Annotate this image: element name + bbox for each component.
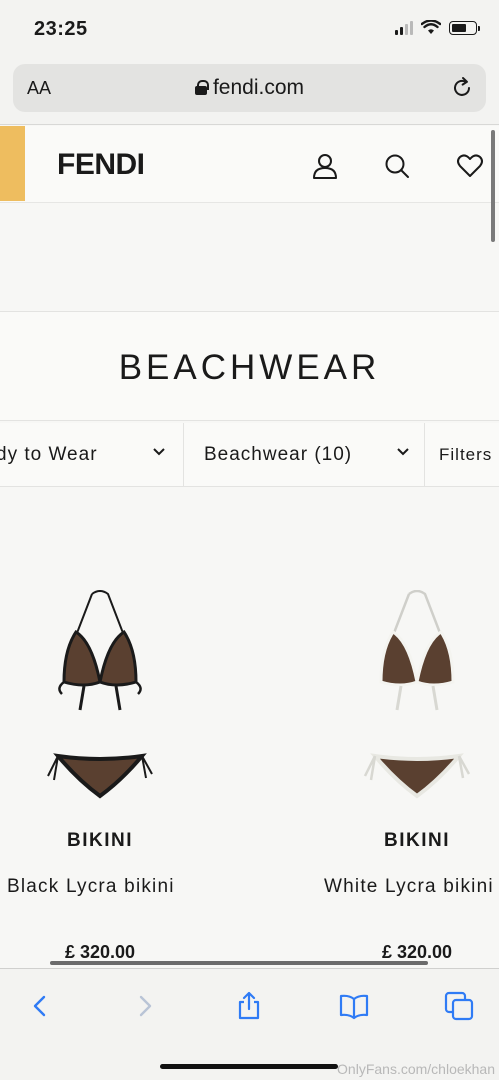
product-image-white-bikini[interactable] — [357, 590, 477, 810]
address-bar[interactable]: AA fendi.com — [13, 64, 486, 112]
account-icon[interactable] — [311, 152, 339, 180]
url-display[interactable]: fendi.com — [13, 76, 486, 100]
product-category: BIKINI — [384, 830, 450, 851]
category-title-band: BEACHWEAR — [0, 311, 499, 421]
product-card[interactable]: BIKINI White Lycra bikini £ 320.00 — [317, 590, 499, 962]
site-header: FENDI — [0, 126, 499, 203]
home-indicator[interactable] — [160, 1064, 338, 1069]
vertical-scrollbar[interactable] — [491, 130, 495, 242]
page-title: BEACHWEAR — [118, 348, 381, 387]
lock-icon — [194, 80, 209, 95]
menu-tab[interactable] — [0, 126, 25, 201]
product-name[interactable]: White Lycra bikini — [324, 876, 494, 898]
fendi-logo[interactable]: FENDI — [57, 148, 145, 182]
filter-category[interactable]: Beachwear (10) — [184, 423, 425, 487]
horizontal-scrollbar[interactable] — [50, 961, 428, 965]
status-icons — [395, 20, 480, 35]
search-icon[interactable] — [383, 152, 411, 180]
filter-label: Beachwear (10) — [204, 444, 353, 465]
url-text: fendi.com — [212, 76, 305, 99]
product-price: £ 320.00 — [64, 942, 136, 962]
filter-label: dy to Wear — [0, 444, 98, 465]
watermark: OnlyFans.com/chloekhan — [337, 1061, 495, 1077]
reload-icon[interactable] — [450, 76, 474, 100]
filter-department[interactable]: dy to Wear — [0, 423, 184, 487]
chevron-down-icon — [397, 448, 409, 456]
share-icon[interactable] — [234, 991, 264, 1021]
product-category: BIKINI — [67, 830, 133, 851]
battery-icon — [449, 20, 480, 35]
filter-label: Filters — [439, 445, 493, 464]
browser-address-area: AA fendi.com — [0, 56, 499, 125]
chevron-down-icon — [153, 448, 165, 456]
tabs-icon[interactable] — [444, 991, 474, 1021]
filter-bar: dy to Wear Beachwear (10) Filters — [0, 423, 499, 487]
heart-icon[interactable] — [456, 152, 484, 180]
bookmarks-icon[interactable] — [339, 991, 369, 1021]
status-time: 23:25 — [34, 18, 88, 40]
wifi-icon — [421, 20, 441, 34]
signal-icon — [395, 20, 413, 35]
status-bar: 23:25 — [0, 0, 499, 56]
product-price: £ 320.00 — [381, 942, 453, 962]
product-image-black-bikini[interactable] — [40, 590, 160, 810]
product-card[interactable]: BIKINI Black Lycra bikini £ 320.00 — [0, 590, 200, 962]
filters-button[interactable]: Filters — [425, 423, 499, 487]
forward-icon[interactable] — [130, 991, 160, 1021]
back-icon[interactable] — [25, 991, 55, 1021]
product-name[interactable]: Black Lycra bikini — [7, 876, 175, 898]
